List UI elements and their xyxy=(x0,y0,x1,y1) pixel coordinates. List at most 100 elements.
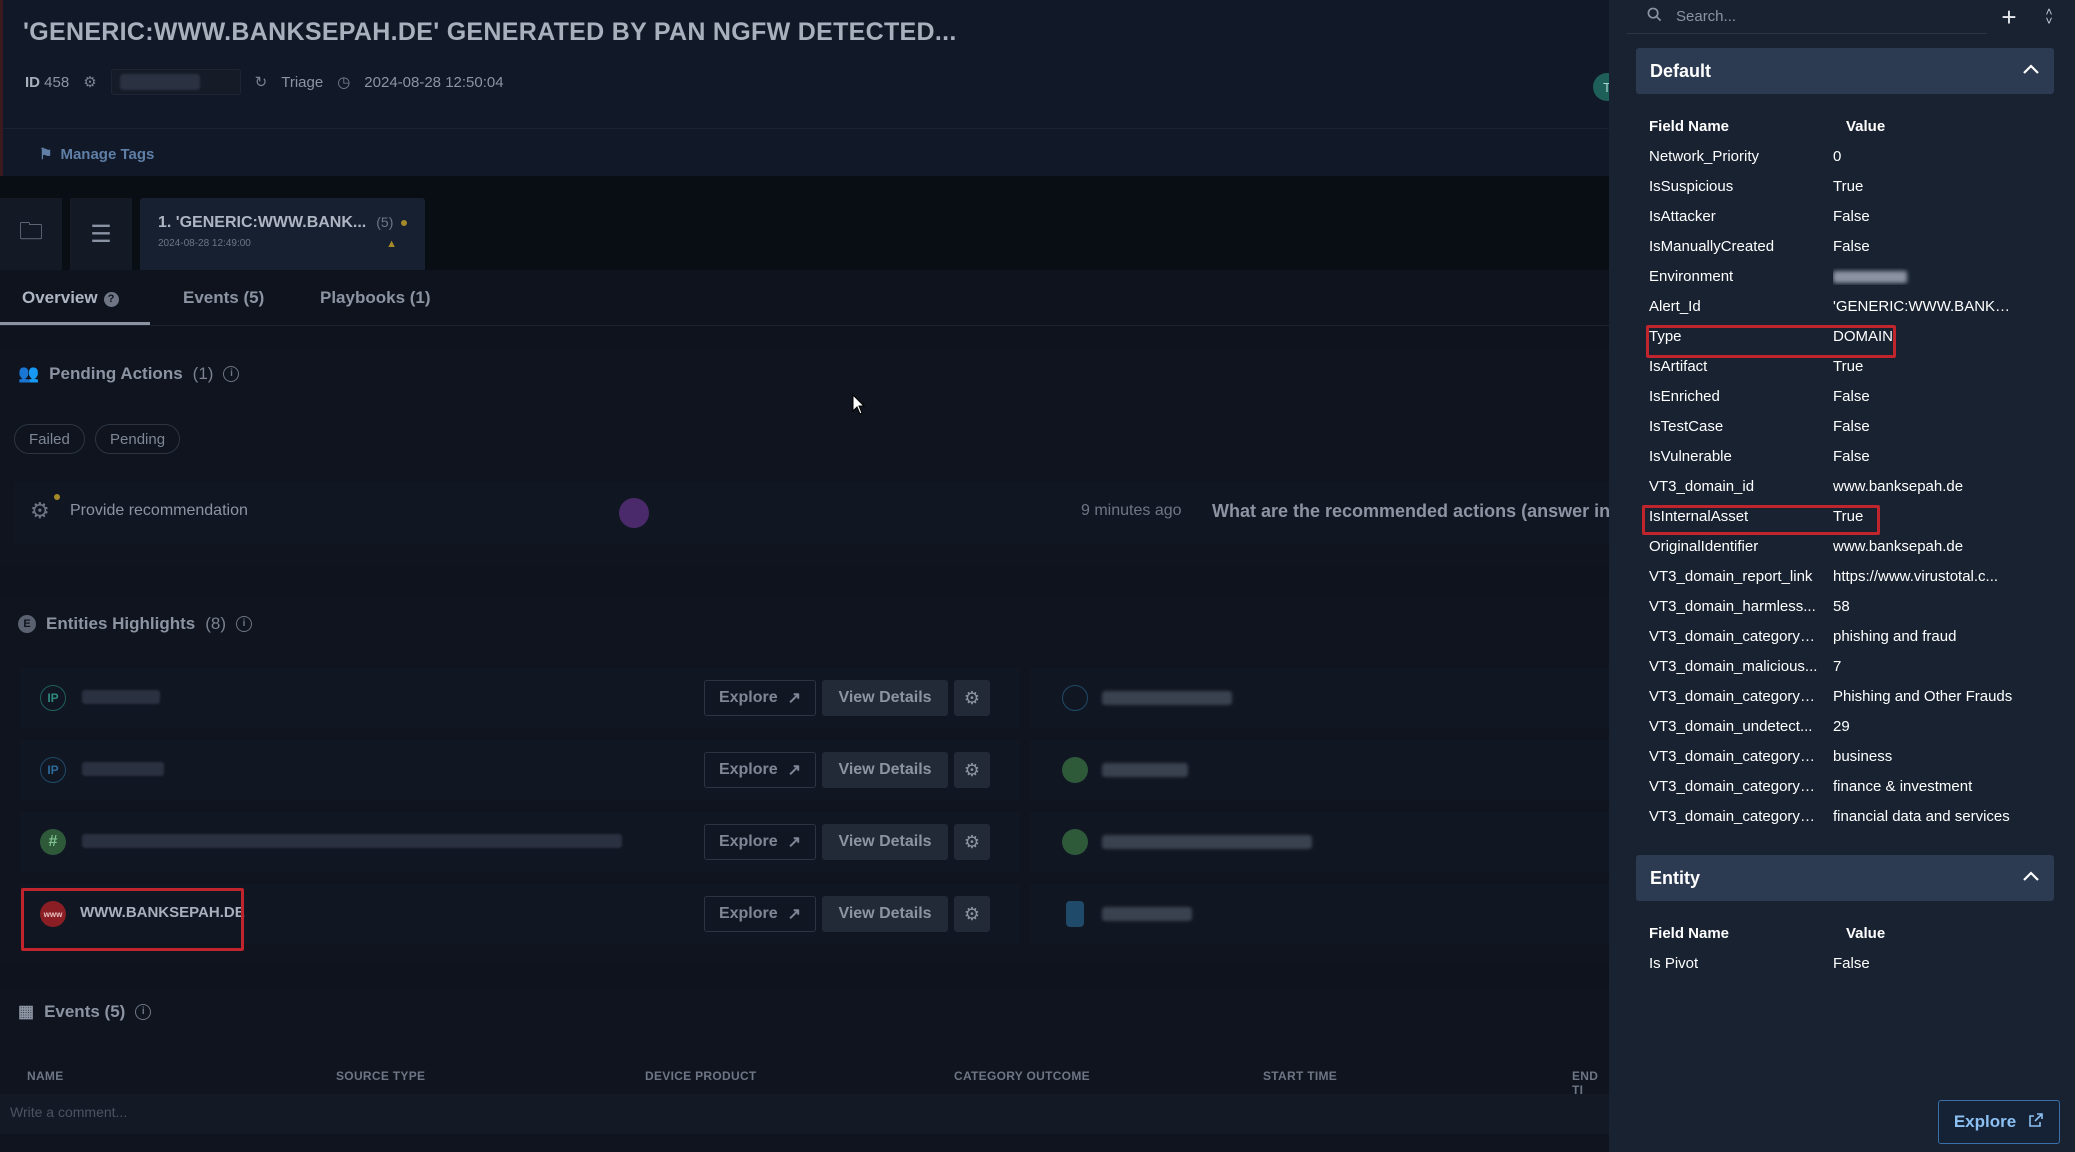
tab-events[interactable]: Events (5) xyxy=(183,288,264,308)
field-row: VT3_domain_undetect... 29 xyxy=(1649,712,2049,742)
entity-row: www WWW.BANKSEPAH.DE Explore ↗ View Detai… xyxy=(20,884,1609,944)
case-stage[interactable]: Triage xyxy=(281,74,323,91)
tab-playbooks[interactable]: Playbooks (1) xyxy=(320,288,431,308)
explore-button[interactable]: Explore ↗ xyxy=(704,752,816,788)
avatar[interactable]: T xyxy=(1593,73,1609,101)
field-name: VT3_domain_category_... xyxy=(1649,778,1819,795)
filter-chip-failed[interactable]: Failed xyxy=(14,424,85,454)
add-icon[interactable]: + xyxy=(1992,0,2026,34)
entity-name-blurred xyxy=(1102,691,1232,705)
search-input[interactable] xyxy=(1676,8,1966,25)
field-row: Is Pivot False xyxy=(1649,949,2049,979)
field-value: True xyxy=(1833,358,1864,375)
field-value-blurred xyxy=(1833,268,2013,285)
expand-collapse-icon[interactable]: ˄ ˅ xyxy=(2034,0,2064,34)
info-icon[interactable]: i xyxy=(223,366,240,382)
assignee-select[interactable] xyxy=(110,69,241,95)
entity-card: IP Explore ↗ View Details ⚙ xyxy=(20,668,1020,728)
view-details-button[interactable]: View Details xyxy=(822,896,948,932)
accordion-default[interactable]: Default xyxy=(1636,48,2054,94)
entity-card-right xyxy=(1030,668,1609,728)
entity-row: IP Explore ↗ View Details ⚙ xyxy=(20,668,1609,728)
pending-action-row[interactable]: ⚙ Provide recommendation 9 minutes ago W… xyxy=(14,482,1609,544)
info-icon[interactable]: i xyxy=(236,616,253,632)
gear-icon[interactable]: ⚙ xyxy=(954,824,990,860)
case-title: 'GENERIC:WWW.BANKSEPAH.DE' GENERATED BY … xyxy=(23,18,957,46)
explore-button[interactable]: Explore ↗ xyxy=(704,824,816,860)
info-icon[interactable]: i xyxy=(135,1004,152,1020)
field-row: VT3_domain_category_... Phishing and Othe… xyxy=(1649,682,2049,712)
col-source-type[interactable]: SOURCE TYPE xyxy=(336,1069,425,1083)
field-row: IsSuspicious True xyxy=(1649,172,2049,202)
external-link-icon: ↗ xyxy=(787,762,802,779)
device-icon xyxy=(1066,901,1084,927)
gear-icon[interactable]: ⚙ xyxy=(954,680,990,716)
assignee-blurred xyxy=(119,74,200,90)
field-name: Network_Priority xyxy=(1649,148,1760,165)
field-row: Network_Priority 0 xyxy=(1649,142,2049,172)
explore-button[interactable]: Explore ↗ xyxy=(704,680,816,716)
case-timestamp: 2024-08-28 12:50:04 xyxy=(364,73,504,91)
field-row: VT3_domain_harmless... 58 xyxy=(1649,592,2049,622)
manage-tags-link[interactable]: ⚑ Manage Tags xyxy=(39,145,154,164)
col-name[interactable]: NAME xyxy=(27,1069,64,1083)
col-value: Value xyxy=(1846,925,1886,942)
events-title: ▦ Events (5) i xyxy=(18,1002,152,1022)
help-icon[interactable]: ? xyxy=(103,292,119,307)
field-name: Is Pivot xyxy=(1649,955,1699,972)
view-details-button[interactable]: View Details xyxy=(822,680,948,716)
field-value: Phishing and Other Frauds xyxy=(1833,688,2013,705)
field-value: True xyxy=(1833,178,1864,195)
field-name: VT3_domain_category_... xyxy=(1649,748,1819,765)
field-value: 7 xyxy=(1833,658,1842,675)
field-name: VT3_domain_category_... xyxy=(1649,688,1819,705)
user-actions-icon: 👥 xyxy=(18,364,40,383)
entity-details-panel: + ˄˅ Default Field Name Value Network_Pr… xyxy=(1609,0,2075,1152)
gear-icon[interactable]: ⚙ xyxy=(954,752,990,788)
field-row: VT3_domain_report_link https://www.virust… xyxy=(1649,562,2049,592)
field-name: IsVulnerable xyxy=(1649,448,1732,465)
field-row: VT3_domain_category_... finance & investm… xyxy=(1649,772,2049,802)
panel-explore-label: Explore xyxy=(1953,1112,2017,1131)
field-row: VT3_domain_malicious... 7 xyxy=(1649,652,2049,682)
field-value: finance & investment xyxy=(1833,778,1973,795)
alert-card[interactable]: 1. 'GENERIC:WWW.BANK... (5) 2024-08-28 12… xyxy=(140,198,425,270)
case-tabs: Overview? Events (5) Playbooks (1) xyxy=(0,270,1609,326)
app-root: 'GENERIC:WWW.BANKSEPAH.DE' GENERATED BY … xyxy=(0,0,2075,1152)
pending-actions-title: 👥 Pending Actions (1) i xyxy=(18,364,240,384)
field-row: IsAttacker False xyxy=(1649,202,2049,232)
field-value: False xyxy=(1833,418,1870,435)
tag-icon: ⚑ xyxy=(39,146,53,163)
assignee-icon: ⚙ xyxy=(83,74,97,91)
field-name: IsManuallyCreated xyxy=(1649,238,1775,255)
case-header: 'GENERIC:WWW.BANKSEPAH.DE' GENERATED BY … xyxy=(0,0,1609,176)
explore-button[interactable]: Explore ↗ xyxy=(704,896,816,932)
col-category-outcome[interactable]: CATEGORY OUTCOME xyxy=(954,1069,1090,1083)
field-value: False xyxy=(1833,238,1870,255)
field-name: IsTestCase xyxy=(1649,418,1724,435)
gear-icon[interactable]: ⚙ xyxy=(954,896,990,932)
pending-actions-label: Pending Actions xyxy=(49,364,183,383)
tab-overview[interactable]: Overview? xyxy=(22,288,119,308)
filter-chip-pending[interactable]: Pending xyxy=(95,424,181,454)
view-details-button[interactable]: View Details xyxy=(822,752,948,788)
field-name: Alert_Id xyxy=(1649,298,1701,315)
clock-icon: ◷ xyxy=(337,74,351,91)
action-status-dot xyxy=(54,494,60,500)
col-device-product[interactable]: DEVICE PRODUCT xyxy=(645,1069,757,1083)
col-start-time[interactable]: START TIME xyxy=(1263,1069,1337,1083)
comment-input[interactable]: Write a comment... xyxy=(0,1094,1609,1134)
list-icon[interactable]: ☰ xyxy=(70,198,132,270)
mouse-cursor-icon xyxy=(852,393,866,421)
view-details-button[interactable]: View Details xyxy=(822,824,948,860)
field-name: VT3_domain_id xyxy=(1649,478,1755,495)
field-value: False xyxy=(1833,388,1870,405)
field-value: 'GENERIC:WWW.BANKSE... xyxy=(1833,298,2013,315)
folder-icon[interactable]: 🗀 xyxy=(0,198,62,270)
entity-name-blurred xyxy=(82,762,164,776)
entities-label: Entities Highlights xyxy=(46,614,196,633)
gear-icon: ⚙ xyxy=(30,498,50,523)
panel-explore-button[interactable]: Explore xyxy=(1938,1100,2060,1144)
col-end-time[interactable]: END TI xyxy=(1572,1069,1609,1097)
accordion-entity[interactable]: Entity xyxy=(1636,855,2054,901)
